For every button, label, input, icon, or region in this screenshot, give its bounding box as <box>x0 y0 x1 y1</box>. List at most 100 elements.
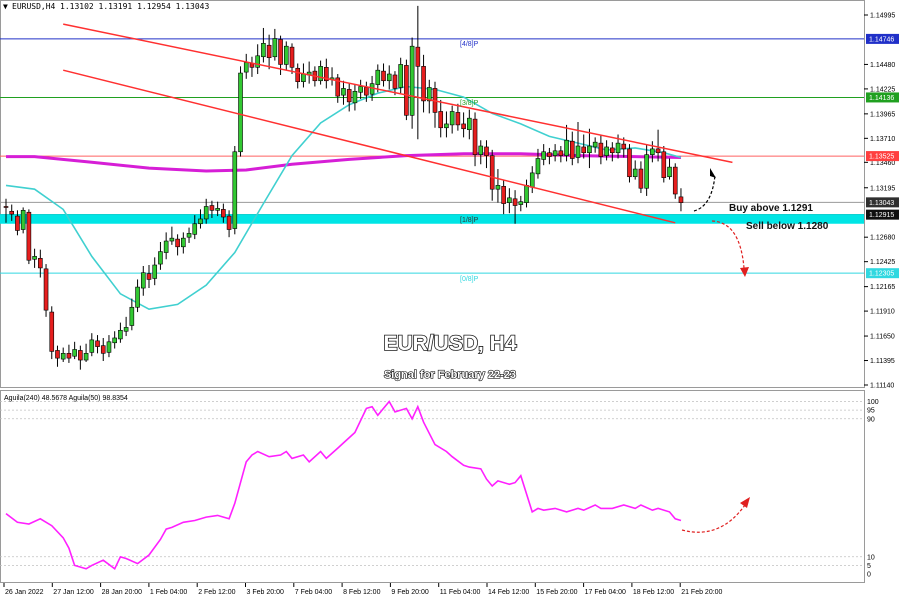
pivot-3-8-label: [3/8]P <box>460 100 479 107</box>
buy-signal-text: Buy above 1.1291 <box>729 203 813 214</box>
price-tick-label: 1.11395 <box>870 358 895 365</box>
bull-candle <box>106 341 112 353</box>
price-tick-label: 1.14225 <box>870 86 895 93</box>
bear-candle <box>49 311 55 352</box>
bull-candle <box>186 233 192 238</box>
bull-candle <box>352 91 358 104</box>
bull-candle <box>375 69 381 85</box>
bear-candle <box>221 209 226 218</box>
bull-candle <box>535 158 541 175</box>
bear-candle <box>364 87 369 96</box>
bull-candle <box>135 286 140 308</box>
bull-candle <box>386 73 392 82</box>
bull-candle <box>541 151 546 160</box>
bull-candle <box>318 66 323 82</box>
bear-candle <box>43 268 49 311</box>
bull-candle <box>203 206 209 220</box>
chart-canvas: ▼ EURUSD,H4 1.13102 1.13191 1.12954 1.13… <box>0 0 899 596</box>
price-tick-label: 1.13710 <box>870 136 895 143</box>
bull-candle <box>398 64 403 88</box>
bull-candle <box>529 172 535 188</box>
symbol-label: EURUSD,H4 <box>12 2 56 11</box>
bear-candle <box>95 340 100 347</box>
bull-candle <box>118 329 123 340</box>
bear-candle <box>672 166 678 195</box>
bear-candle <box>678 196 684 203</box>
bull-candle <box>112 337 117 344</box>
bull-candle <box>409 45 415 116</box>
bull-candle <box>564 139 569 156</box>
bear-candle <box>661 151 667 178</box>
time-tick-label: 26 Jan 2022 <box>5 589 44 596</box>
bear-candle <box>146 273 152 280</box>
price-tick-label: 1.12425 <box>870 259 895 266</box>
price-tick-label: 1.14995 <box>870 13 895 20</box>
indicator-tick-label: 0 <box>867 572 871 579</box>
bear-candle <box>581 146 587 154</box>
bull-candle <box>181 237 186 248</box>
bear-candle <box>15 215 20 231</box>
bull-candle <box>83 353 89 361</box>
ohlc-values: 1.13102 1.13191 1.12954 1.13043 <box>60 2 209 11</box>
bull-candle <box>507 197 512 203</box>
time-tick-label: 27 Jan 12:00 <box>53 589 94 596</box>
indicator-tick-label: 90 <box>867 416 875 423</box>
bear-candle <box>610 147 615 154</box>
bear-candle <box>3 206 9 208</box>
pivot-3-8-price-label: 1.14136 <box>869 95 894 102</box>
bull-candle <box>261 43 266 58</box>
bear-candle <box>346 89 352 103</box>
bull-candle <box>358 86 363 93</box>
bull-candle <box>467 117 472 130</box>
bull-candle <box>495 185 501 190</box>
bear-candle <box>621 143 627 150</box>
time-tick-label: 28 Jan 20:00 <box>102 589 143 596</box>
current-price-label: 1.13043 <box>869 200 894 207</box>
bear-candle <box>415 46 421 67</box>
bear-candle <box>421 66 426 102</box>
time-tick-label: 8 Feb 12:00 <box>343 589 380 596</box>
bull-candle <box>478 145 484 155</box>
price-tick-label: 1.12680 <box>870 235 895 242</box>
bull-candle <box>123 327 129 332</box>
bear-candle <box>226 215 232 230</box>
bull-candle <box>140 272 146 289</box>
bear-candle <box>55 350 60 359</box>
bull-candle <box>552 150 558 156</box>
bear-candle <box>9 210 15 215</box>
bear-candle <box>278 39 283 65</box>
pivot-4-8-price-label: 1.14746 <box>869 36 894 43</box>
bear-candle <box>404 65 409 116</box>
bull-candle <box>449 111 455 126</box>
pivot-1-8-price-label: 1.12915 <box>869 212 894 219</box>
bull-candle <box>615 142 621 154</box>
bear-candle <box>295 67 301 83</box>
time-tick-label: 3 Feb 20:00 <box>247 589 284 596</box>
bull-candle <box>158 251 163 265</box>
bull-candle <box>604 146 609 156</box>
time-tick-label: 11 Feb 04:00 <box>440 589 481 596</box>
support-zone <box>0 214 864 224</box>
price-tick-label: 1.11140 <box>870 383 894 390</box>
price-tick-label: 1.13195 <box>870 185 895 192</box>
price-panel <box>0 0 865 388</box>
bull-candle <box>215 208 220 211</box>
bear-candle <box>489 155 495 190</box>
pivot-1-8-label: [1/8]P <box>460 217 479 224</box>
bear-candle <box>66 353 72 359</box>
pivot-0-8-label: [0/8]P <box>460 276 479 283</box>
price-tick-label: 1.11910 <box>870 309 895 316</box>
bull-candle <box>89 339 95 353</box>
time-tick-label: 1 Feb 04:00 <box>150 589 187 596</box>
bull-candle <box>444 123 449 129</box>
bear-candle <box>512 198 518 206</box>
time-tick-label: 2 Feb 12:00 <box>198 589 235 596</box>
bull-candle <box>238 72 243 153</box>
bull-candle <box>198 218 203 225</box>
price-tick-label: 1.11650 <box>870 334 895 341</box>
bull-candle <box>72 349 77 357</box>
bull-candle <box>192 223 198 235</box>
support-zone-layer <box>0 214 864 224</box>
bull-candle <box>524 185 529 203</box>
bear-candle <box>78 350 83 361</box>
